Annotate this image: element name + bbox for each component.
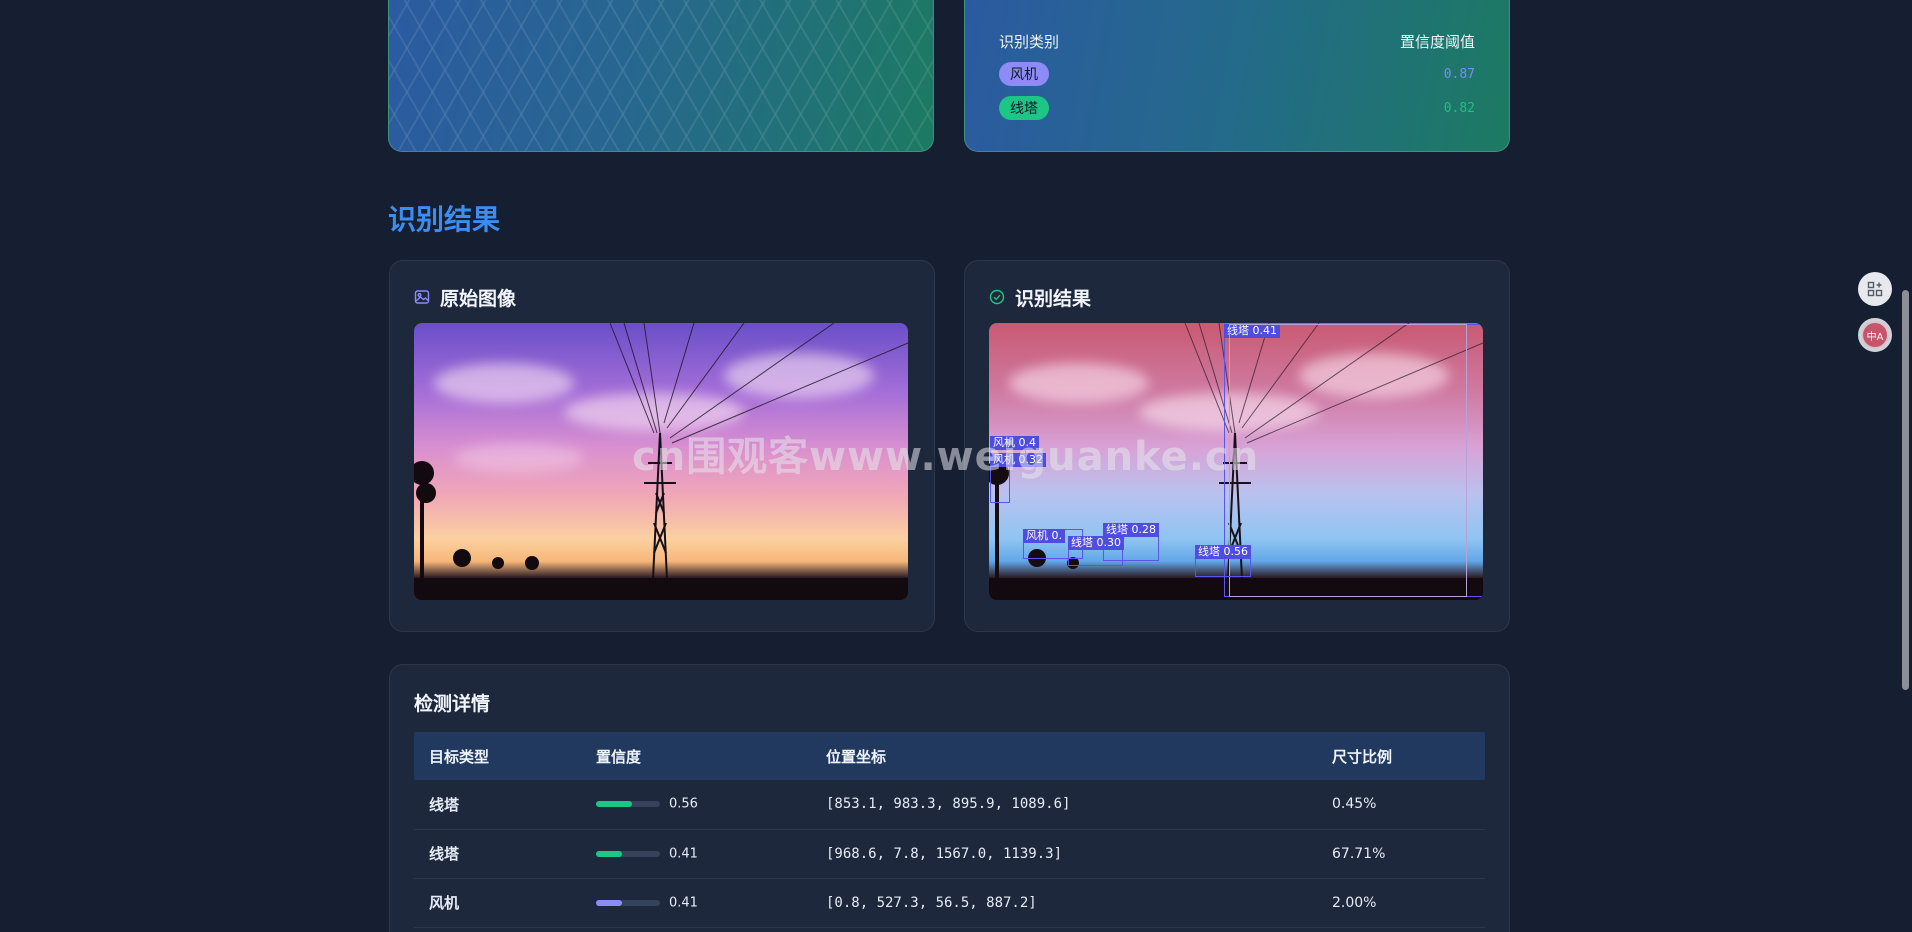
translate-button[interactable]: 中A [1858,318,1892,352]
translate-icon: 中A [1863,323,1887,347]
detection-table: 目标类型 置信度 位置坐标 尺寸比例 线塔 0.56 [853.1, 983.3… [414,732,1485,928]
detection-label: 线塔 0.30 [1068,536,1124,550]
threshold-row-tower: 线塔 0.82 [999,96,1475,120]
cell-ratio: 2.00% [1317,878,1485,928]
threshold-column-label: 置信度阈值 [1399,33,1475,51]
cell-type: 线塔 [414,829,581,879]
detection-box[interactable] [1229,324,1467,597]
detail-title: 检测详情 [414,693,491,715]
threshold-card: 识别类别 置信度阈值 风机 0.87 线塔 0.82 [964,0,1510,152]
cell-confidence: 0.56 [581,780,811,830]
table-header-row: 目标类型 置信度 位置坐标 尺寸比例 [414,732,1485,780]
detection-detail-card: 检测详情 目标类型 置信度 位置坐标 尺寸比例 线塔 0.56 [853.1, … [389,664,1510,932]
cell-type: 风机 [414,878,581,928]
table-row[interactable]: 线塔 0.56 [853.1, 983.3, 895.9, 1089.6] 0.… [414,780,1485,830]
image-icon [414,290,430,304]
threshold-row-fan: 风机 0.87 [999,62,1475,86]
confidence-value: 0.41 [669,895,698,910]
class-column-label: 识别类别 [999,33,1060,51]
header-type: 目标类型 [429,747,490,766]
header-confidence: 置信度 [596,747,642,766]
placeholder-pattern [389,0,933,151]
fan-threshold-value: 0.87 [1443,66,1475,82]
tower-class-pill[interactable]: 线塔 [999,96,1049,120]
check-circle-icon [989,289,1005,305]
detection-box[interactable]: 线塔 0.56 [1195,545,1251,577]
original-image-header: 原始图像 [414,285,910,310]
detection-box[interactable]: 线塔 0.30 [1068,536,1124,566]
upload-preview-card [388,0,934,152]
header-ratio: 尺寸比例 [1332,747,1393,766]
threshold-header: 识别类别 置信度阈值 [999,31,1475,52]
watermark: cn围观客www.weiguanke.cn [632,434,1260,480]
apps-add-button[interactable] [1858,272,1892,306]
table-row[interactable]: 线塔 0.41 [968.6, 7.8, 1567.0, 1139.3] 67.… [414,829,1485,879]
fan-class-pill[interactable]: 风机 [999,62,1049,86]
cell-coords: [853.1, 983.3, 895.9, 1089.6] [811,780,1317,830]
confidence-bar [596,801,660,808]
original-image-title: 原始图像 [440,287,517,310]
cell-ratio: 0.45% [1317,780,1485,830]
header-coords: 位置坐标 [826,747,887,766]
tower-threshold-value: 0.82 [1443,100,1475,116]
cell-ratio: 67.71% [1317,829,1485,879]
confidence-bar [596,850,660,857]
scrollbar-thumb[interactable] [1902,290,1909,690]
cell-coords: [0.8, 527.3, 56.5, 887.2] [811,878,1317,928]
detection-label: 线塔 0.56 [1195,545,1251,559]
results-section-title: 识别结果 [388,203,501,236]
cell-type: 线塔 [414,780,581,830]
confidence-bar [596,899,660,906]
confidence-value: 0.56 [669,796,698,812]
confidence-value: 0.41 [669,846,698,861]
detection-label: 风机 0. [1023,529,1065,543]
result-image-title: 识别结果 [1015,287,1092,310]
cell-coords: [968.6, 7.8, 1567.0, 1139.3] [811,829,1317,879]
cell-confidence: 0.41 [581,829,811,879]
cell-confidence: 0.41 [581,878,811,928]
apps-add-icon [1867,281,1883,297]
detection-label: 线塔 0.28 [1103,523,1159,537]
table-row[interactable]: 风机 0.41 [0.8, 527.3, 56.5, 887.2] 2.00% [414,878,1485,928]
result-image-header: 识别结果 [989,285,1485,310]
